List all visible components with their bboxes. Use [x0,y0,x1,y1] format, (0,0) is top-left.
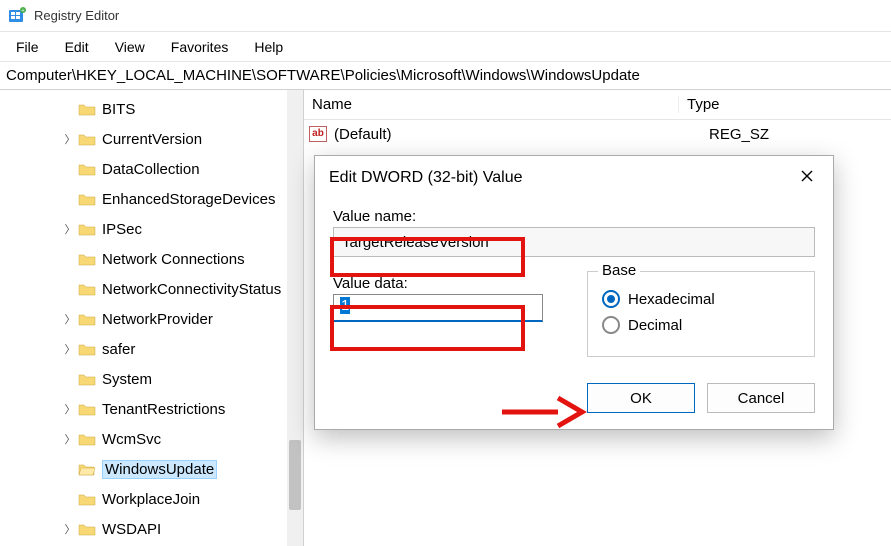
menu-view[interactable]: View [103,35,157,59]
menu-help[interactable]: Help [242,35,295,59]
chevron-right-icon[interactable]: 〉 [62,341,78,357]
radio-icon [602,316,620,334]
tree-item[interactable]: NetworkConnectivityStatus [0,274,303,304]
folder-icon [78,222,96,236]
column-name[interactable]: Name [304,96,679,113]
dialog-title: Edit DWORD (32-bit) Value [329,169,523,187]
window-titlebar: + Registry Editor [0,0,891,32]
folder-icon [78,372,96,386]
list-cell-name: (Default) [334,126,709,143]
tree-item-label: NetworkProvider [102,311,213,328]
chevron-right-icon[interactable]: 〉 [62,221,78,237]
address-bar[interactable]: Computer\HKEY_LOCAL_MACHINE\SOFTWARE\Pol… [0,62,891,90]
radio-icon [602,290,620,308]
radio-hexadecimal[interactable]: Hexadecimal [602,290,800,308]
tree-item-label: WSDAPI [102,521,161,538]
regedit-icon: + [8,7,26,25]
tree-item[interactable]: BITS [0,94,303,124]
address-path: Computer\HKEY_LOCAL_MACHINE\SOFTWARE\Pol… [6,67,640,84]
close-icon [800,169,814,188]
chevron-right-icon[interactable]: 〉 [62,131,78,147]
radio-hex-label: Hexadecimal [628,291,715,308]
dialog-titlebar: Edit DWORD (32-bit) Value [315,156,833,200]
chevron-right-icon[interactable]: 〉 [62,431,78,447]
tree-item[interactable]: 〉 CurrentVersion [0,124,303,154]
tree-item-label: WorkplaceJoin [102,491,200,508]
tree-item-label: EnhancedStorageDevices [102,191,275,208]
tree-item[interactable]: WorkplaceJoin [0,484,303,514]
dialog-body: Value name: Value data: 1 Base Hexadecim… [315,200,833,429]
tree-item-label: CurrentVersion [102,131,202,148]
folder-icon [78,432,96,446]
tree-item[interactable]: System [0,364,303,394]
chevron-right-icon[interactable]: 〉 [62,521,78,537]
folder-icon [78,162,96,176]
list-rows: ab (Default)REG_SZ [304,120,891,148]
tree-item-label: IPSec [102,221,142,238]
tree-item-label: TenantRestrictions [102,401,225,418]
tree-item[interactable]: 〉 IPSec [0,214,303,244]
column-type[interactable]: Type [679,96,891,113]
tree-item[interactable]: 〉 safer [0,334,303,364]
folder-icon [78,192,96,206]
chevron-right-icon[interactable]: 〉 [62,311,78,327]
list-header: Name Type [304,90,891,120]
tree-item-label: WindowsUpdate [102,460,217,479]
radio-decimal[interactable]: Decimal [602,316,800,334]
value-data-input[interactable]: 1 [333,294,543,322]
window-title: Registry Editor [34,8,119,23]
folder-icon [78,102,96,116]
folder-icon [78,132,96,146]
base-group: Base Hexadecimal Decimal [587,271,815,357]
folder-icon [78,312,96,326]
tree-item[interactable]: DataCollection [0,154,303,184]
tree-item[interactable]: 〉 TenantRestrictions [0,394,303,424]
string-value-icon: ab [308,125,328,143]
tree-item-label: System [102,371,152,388]
svg-text:+: + [22,8,25,14]
folder-icon [78,522,96,536]
tree-item[interactable]: WindowsUpdate [0,454,303,484]
tree-item-label: BITS [102,101,135,118]
menubar: File Edit View Favorites Help [0,32,891,62]
folder-icon [78,402,96,416]
dialog-buttons: OK Cancel [333,383,815,413]
menu-favorites[interactable]: Favorites [159,35,241,59]
tree-item[interactable]: 〉 WcmSvc [0,424,303,454]
tree-item-label: NetworkConnectivityStatus [102,281,281,298]
registry-tree[interactable]: BITS 〉 CurrentVersion DataCollection Enhance… [0,90,303,546]
list-row[interactable]: ab (Default)REG_SZ [304,120,891,148]
tree-item[interactable]: 〉 NetworkProvider [0,304,303,334]
radio-dec-label: Decimal [628,317,682,334]
value-data-label: Value data: [333,275,563,292]
base-legend: Base [598,262,640,279]
folder-icon [78,342,96,356]
folder-icon [78,282,96,296]
dialog-close-button[interactable] [791,164,823,192]
edit-dword-dialog: Edit DWORD (32-bit) Value Value name: Va… [314,155,834,430]
tree-item-label: DataCollection [102,161,200,178]
folder-icon [78,252,96,266]
tree-item[interactable]: 〉 WSDAPI [0,514,303,544]
tree-item-label: Network Connections [102,251,245,268]
menu-file[interactable]: File [4,35,51,59]
tree-item-label: WcmSvc [102,431,161,448]
menu-edit[interactable]: Edit [53,35,101,59]
tree-item[interactable]: Network Connections [0,244,303,274]
folder-icon [78,492,96,506]
value-name-label: Value name: [333,208,815,225]
tree-item[interactable]: EnhancedStorageDevices [0,184,303,214]
tree-scrollbar-thumb[interactable] [289,440,301,510]
chevron-right-icon[interactable]: 〉 [62,401,78,417]
tree-pane: BITS 〉 CurrentVersion DataCollection Enhance… [0,90,304,546]
value-name-input[interactable] [333,227,815,257]
tree-item-label: safer [102,341,135,358]
ok-button[interactable]: OK [587,383,695,413]
cancel-button[interactable]: Cancel [707,383,815,413]
value-data-text: 1 [340,297,350,314]
list-cell-type: REG_SZ [709,126,769,143]
tree-scrollbar[interactable] [287,90,303,546]
folder-icon [78,462,96,476]
